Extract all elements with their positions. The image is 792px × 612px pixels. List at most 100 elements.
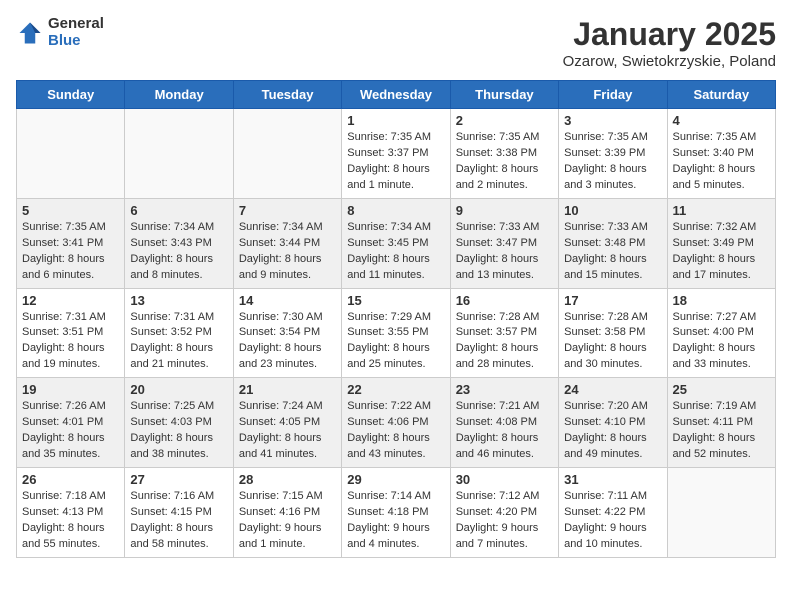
day-number: 21 [239,382,336,397]
calendar-cell: 7Sunrise: 7:34 AMSunset: 3:44 PMDaylight… [233,198,341,288]
calendar-cell: 21 Sunrise: 7:24 AMSunset: 4:05 PMDayligh… [233,378,341,468]
calendar-cell [125,109,233,199]
calendar-cell: 11 Sunrise: 7:32 AMSunset: 3:49 PMDayligh… [667,198,775,288]
day-number: 14 [239,293,336,308]
day-number: 31 [564,472,661,487]
weekday-header-sunday: Sunday [17,81,125,109]
day-info: Sunrise: 7:31 AMSunset: 3:51 PMDaylight:… [22,310,119,374]
day-info: Sunrise: 7:15 AMSunset: 4:16 PMDaylight:… [239,489,336,553]
day-info: Sunrise: 7:27 AMSunset: 4:00 PMDaylight:… [673,310,770,374]
day-info: Sunrise: 7:20 AMSunset: 4:10 PMDaylight:… [564,399,661,463]
day-number: 8 [347,203,444,218]
calendar-cell: 6Sunrise: 7:34 AMSunset: 3:43 PMDaylight… [125,198,233,288]
weekday-header-friday: Friday [559,81,667,109]
day-info: Sunrise: 7:14 AMSunset: 4:18 PMDaylight:… [347,489,444,553]
day-number: 23 [456,382,553,397]
calendar-week-row: 26 Sunrise: 7:18 AMSunset: 4:13 PMDayligh… [17,468,776,558]
day-number: 6 [130,203,227,218]
day-info: Sunrise: 7:11 AMSunset: 4:22 PMDaylight:… [564,489,661,553]
calendar-cell: 30Sunrise: 7:12 AMSunset: 4:20 PMDayligh… [450,468,558,558]
day-info: Sunrise: 7:12 AMSunset: 4:20 PMDaylight:… [456,489,553,553]
calendar-cell: 22 Sunrise: 7:22 AMSunset: 4:06 PMDayligh… [342,378,450,468]
day-info: Sunrise: 7:30 AMSunset: 3:54 PMDaylight:… [239,310,336,374]
calendar-cell: 29Sunrise: 7:14 AMSunset: 4:18 PMDayligh… [342,468,450,558]
day-info: Sunrise: 7:35 AMSunset: 3:37 PMDaylight:… [347,130,444,194]
calendar-cell: 4Sunrise: 7:35 AMSunset: 3:40 PMDaylight… [667,109,775,199]
calendar-cell: 9Sunrise: 7:33 AMSunset: 3:47 PMDaylight… [450,198,558,288]
day-info: Sunrise: 7:18 AMSunset: 4:13 PMDaylight:… [22,489,119,553]
day-info: Sunrise: 7:31 AMSunset: 3:52 PMDaylight:… [130,310,227,374]
calendar-week-row: 1 Sunrise: 7:35 AMSunset: 3:37 PMDaylight… [17,109,776,199]
day-number: 24 [564,382,661,397]
logo-text: General Blue [48,16,104,49]
weekday-header-wednesday: Wednesday [342,81,450,109]
calendar-cell: 1 Sunrise: 7:35 AMSunset: 3:37 PMDaylight… [342,109,450,199]
day-info: Sunrise: 7:29 AMSunset: 3:55 PMDaylight:… [347,310,444,374]
day-number: 16 [456,293,553,308]
day-info: Sunrise: 7:34 AMSunset: 3:45 PMDaylight:… [347,220,444,284]
calendar-cell: 2 Sunrise: 7:35 AMSunset: 3:38 PMDaylight… [450,109,558,199]
day-info: Sunrise: 7:33 AMSunset: 3:47 PMDaylight:… [456,220,553,284]
day-number: 18 [673,293,770,308]
day-number: 10 [564,203,661,218]
day-number: 19 [22,382,119,397]
calendar-cell: 16 Sunrise: 7:28 AMSunset: 3:57 PMDayligh… [450,288,558,378]
weekday-header-monday: Monday [125,81,233,109]
day-number: 2 [456,113,553,128]
day-number: 22 [347,382,444,397]
calendar-cell [233,109,341,199]
page-title: January 2025 [563,16,776,53]
calendar-cell: 25 Sunrise: 7:19 AMSunset: 4:11 PMDayligh… [667,378,775,468]
calendar-cell: 28 Sunrise: 7:15 AMSunset: 4:16 PMDayligh… [233,468,341,558]
weekday-header-row: SundayMondayTuesdayWednesdayThursdayFrid… [17,81,776,109]
calendar-cell: 18 Sunrise: 7:27 AMSunset: 4:00 PMDayligh… [667,288,775,378]
day-info: Sunrise: 7:28 AMSunset: 3:57 PMDaylight:… [456,310,553,374]
day-number: 15 [347,293,444,308]
title-block: January 2025 Ozarow, Swietokrzyskie, Pol… [563,16,776,70]
day-number: 12 [22,293,119,308]
day-number: 3 [564,113,661,128]
day-number: 13 [130,293,227,308]
page-subtitle: Ozarow, Swietokrzyskie, Poland [563,53,776,70]
day-info: Sunrise: 7:26 AMSunset: 4:01 PMDaylight:… [22,399,119,463]
day-info: Sunrise: 7:22 AMSunset: 4:06 PMDaylight:… [347,399,444,463]
calendar-cell: 12 Sunrise: 7:31 AMSunset: 3:51 PMDayligh… [17,288,125,378]
day-info: Sunrise: 7:21 AMSunset: 4:08 PMDaylight:… [456,399,553,463]
day-number: 26 [22,472,119,487]
calendar-week-row: 12 Sunrise: 7:31 AMSunset: 3:51 PMDayligh… [17,288,776,378]
calendar-cell: 19 Sunrise: 7:26 AMSunset: 4:01 PMDayligh… [17,378,125,468]
day-info: Sunrise: 7:32 AMSunset: 3:49 PMDaylight:… [673,220,770,284]
day-info: Sunrise: 7:19 AMSunset: 4:11 PMDaylight:… [673,399,770,463]
day-info: Sunrise: 7:25 AMSunset: 4:03 PMDaylight:… [130,399,227,463]
calendar-cell: 3 Sunrise: 7:35 AMSunset: 3:39 PMDaylight… [559,109,667,199]
day-info: Sunrise: 7:28 AMSunset: 3:58 PMDaylight:… [564,310,661,374]
day-number: 7 [239,203,336,218]
calendar-cell [17,109,125,199]
calendar-cell [667,468,775,558]
calendar-table: SundayMondayTuesdayWednesdayThursdayFrid… [16,80,776,558]
day-number: 25 [673,382,770,397]
calendar-cell: 14 Sunrise: 7:30 AMSunset: 3:54 PMDayligh… [233,288,341,378]
calendar-cell: 10Sunrise: 7:33 AMSunset: 3:48 PMDayligh… [559,198,667,288]
weekday-header-saturday: Saturday [667,81,775,109]
day-number: 28 [239,472,336,487]
weekday-header-tuesday: Tuesday [233,81,341,109]
day-number: 4 [673,113,770,128]
calendar-cell: 15 Sunrise: 7:29 AMSunset: 3:55 PMDayligh… [342,288,450,378]
page-header: General Blue January 2025 Ozarow, Swieto… [16,16,776,70]
calendar-cell: 17Sunrise: 7:28 AMSunset: 3:58 PMDayligh… [559,288,667,378]
day-number: 27 [130,472,227,487]
calendar-cell: 5Sunrise: 7:35 AMSunset: 3:41 PMDaylight… [17,198,125,288]
logo-blue-text: Blue [48,33,104,50]
calendar-cell: 26 Sunrise: 7:18 AMSunset: 4:13 PMDayligh… [17,468,125,558]
day-info: Sunrise: 7:24 AMSunset: 4:05 PMDaylight:… [239,399,336,463]
day-info: Sunrise: 7:35 AMSunset: 3:39 PMDaylight:… [564,130,661,194]
day-number: 1 [347,113,444,128]
day-number: 11 [673,203,770,218]
calendar-cell: 23 Sunrise: 7:21 AMSunset: 4:08 PMDayligh… [450,378,558,468]
day-number: 20 [130,382,227,397]
calendar-week-row: 5Sunrise: 7:35 AMSunset: 3:41 PMDaylight… [17,198,776,288]
calendar-cell: 13 Sunrise: 7:31 AMSunset: 3:52 PMDayligh… [125,288,233,378]
calendar-cell: 8 Sunrise: 7:34 AMSunset: 3:45 PMDaylight… [342,198,450,288]
day-info: Sunrise: 7:35 AMSunset: 3:38 PMDaylight:… [456,130,553,194]
